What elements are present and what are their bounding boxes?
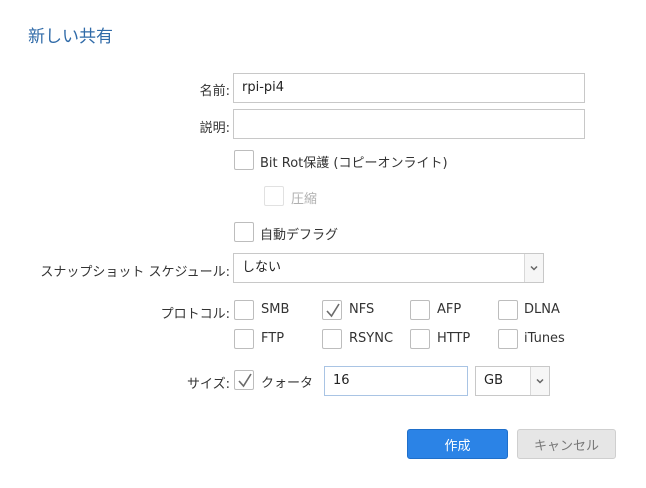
autodefrag-label: 自動デフラグ — [260, 228, 339, 243]
name-input[interactable]: rpi-pi4 — [233, 73, 585, 103]
snapshot-select-value: しない — [242, 260, 282, 275]
compression-label: 圧縮 — [291, 192, 318, 207]
afp-label: AFP — [437, 302, 462, 317]
nfs-checkbox[interactable] — [322, 300, 342, 320]
name-label: 名前: — [199, 84, 230, 99]
dlna-label: DLNA — [524, 302, 560, 317]
protocols-label: プロトコル: — [160, 307, 230, 322]
dlna-checkbox[interactable] — [498, 300, 518, 320]
autodefrag-checkbox[interactable] — [234, 222, 254, 242]
size-input[interactable]: 16 — [324, 366, 468, 396]
compression-checkbox — [264, 186, 284, 206]
chevron-down-icon — [524, 254, 543, 282]
chevron-down-icon — [530, 367, 549, 395]
create-button[interactable]: 作成 — [407, 429, 508, 459]
size-label: サイズ: — [187, 377, 230, 392]
ftp-label: FTP — [261, 331, 285, 346]
rsync-checkbox[interactable] — [322, 329, 342, 349]
nfs-label: NFS — [349, 302, 375, 317]
bitrot-checkbox[interactable] — [234, 150, 254, 170]
rsync-label: RSYNC — [349, 331, 394, 346]
description-input[interactable] — [233, 109, 585, 139]
quota-checkbox[interactable] — [234, 370, 254, 390]
itunes-checkbox[interactable] — [498, 329, 518, 349]
quota-label: クォータ — [261, 376, 314, 391]
snapshot-select[interactable]: しない — [233, 253, 544, 283]
size-unit-select[interactable]: GB — [475, 366, 550, 396]
http-checkbox[interactable] — [410, 329, 430, 349]
bitrot-label: Bit Rot保護 (コピーオンライト) — [260, 156, 448, 171]
size-unit-value: GB — [484, 373, 503, 388]
smb-checkbox[interactable] — [234, 300, 254, 320]
itunes-label: iTunes — [524, 331, 565, 346]
snapshot-label: スナップショット スケジュール: — [40, 265, 230, 280]
afp-checkbox[interactable] — [410, 300, 430, 320]
cancel-button[interactable]: キャンセル — [517, 429, 616, 459]
description-label: 説明: — [199, 121, 230, 136]
checkmark-icon — [326, 303, 340, 318]
http-label: HTTP — [437, 331, 471, 346]
dialog-title: 新しい共有 — [28, 27, 113, 47]
smb-label: SMB — [261, 302, 290, 317]
checkmark-icon — [238, 373, 252, 388]
ftp-checkbox[interactable] — [234, 329, 254, 349]
